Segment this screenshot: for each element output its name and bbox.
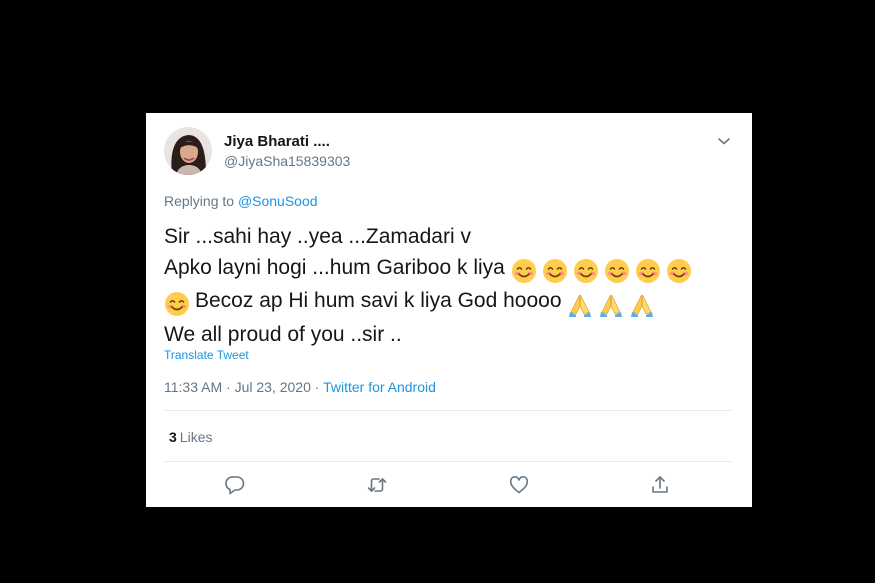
likes-number: 3 [169,429,177,445]
author-display-name[interactable]: Jiya Bharati .... [224,133,330,150]
divider [164,410,732,411]
tweet-card: Jiya Bharati .... @JiyaSha15839303 Reply… [146,113,752,507]
smiling-face-emoji [164,291,190,317]
folded-hands-emoji [567,291,593,318]
divider [164,461,732,462]
smiling-face-emoji [511,258,537,284]
tweet-text-line: Apko layni hogi ...hum Gariboo k liya [164,253,749,287]
replying-to: Replying to @SonuSood [164,193,318,209]
chevron-down-icon[interactable] [714,131,734,151]
tweet-source[interactable]: Twitter for Android [323,379,436,395]
translate-tweet-link[interactable]: Translate Tweet [164,348,249,362]
tweet-text: Sir ...sahi hay ..yea ...Zamadari v Apko… [164,222,749,350]
smiling-face-emoji [635,258,661,284]
smiling-face-emoji [542,258,568,284]
smiling-face-emoji [573,258,599,284]
like-icon[interactable] [508,474,530,496]
folded-hands-emoji [629,291,655,318]
smiling-face-emoji [666,258,692,284]
author-handle[interactable]: @JiyaSha15839303 [224,153,350,169]
tweet-text-line: Sir ...sahi hay ..yea ...Zamadari v [164,225,471,248]
reply-icon[interactable] [224,474,246,496]
tweet-text-line: We all proud of you ..sir .. [164,322,402,346]
replying-to-mention[interactable]: @SonuSood [238,193,318,209]
tweet-meta: 11:33 AM · Jul 23, 2020 · Twitter for An… [164,379,436,395]
replying-to-prefix: Replying to [164,193,235,209]
smiling-face-emoji [604,258,630,284]
folded-hands-emoji [598,291,624,318]
tweet-time[interactable]: 11:33 AM [164,379,222,395]
avatar[interactable] [164,127,212,175]
likes-label: Likes [179,429,213,445]
share-icon[interactable] [649,474,671,496]
retweet-icon[interactable] [366,474,388,496]
tweet-text-line: Becoz ap Hi hum savi k liya God hoooo [164,286,749,320]
tweet-date[interactable]: Jul 23, 2020 [235,379,311,395]
likes-count[interactable]: 3 Likes [169,429,212,445]
